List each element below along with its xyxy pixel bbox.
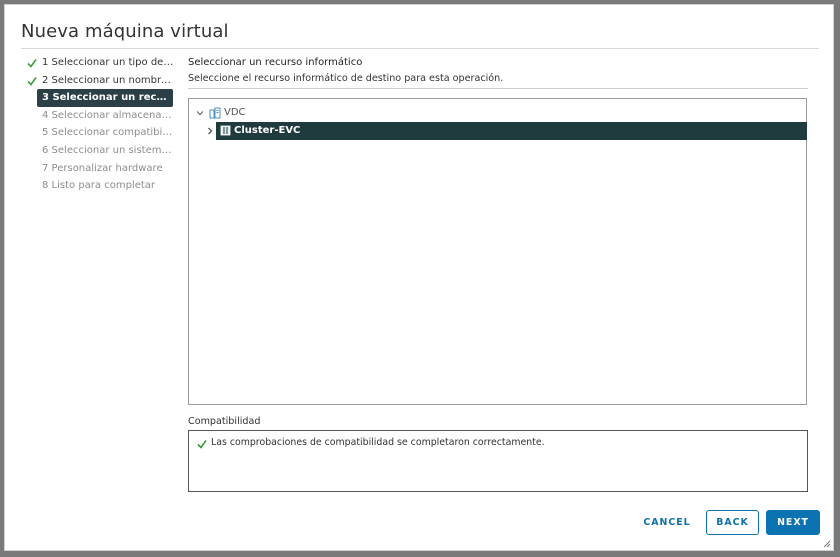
step-label: 2 Seleccionar un nombre y ... <box>42 74 175 86</box>
step-2[interactable]: 2 Seleccionar un nombre y ... <box>25 72 175 90</box>
resize-handle-icon[interactable] <box>823 540 831 548</box>
new-vm-dialog: Nueva máquina virtual 1 Seleccionar un t… <box>4 4 834 551</box>
step-5: 5 Seleccionar compatibilid... <box>25 124 175 142</box>
wizard-steps: 1 Seleccionar un tipo de cr... 2 Selecci… <box>25 54 175 195</box>
tree-node-label: Cluster-EVC <box>234 125 301 136</box>
compatibility-panel: Las comprobaciones de compatibilidad se … <box>188 430 808 492</box>
tree-node-label: VDC <box>224 107 246 118</box>
cancel-button[interactable]: CANCEL <box>635 510 699 535</box>
compute-resource-tree[interactable]: VDC Cluster-EVC <box>188 98 807 405</box>
step-label: 3 Seleccionar un recurso in... <box>42 92 173 104</box>
step-label: 5 Seleccionar compatibilid... <box>42 127 175 139</box>
step-7: 7 Personalizar hardware <box>25 160 175 178</box>
compatibility-message: Las comprobaciones de compatibilidad se … <box>211 437 545 448</box>
step-4: 4 Seleccionar almacenamie... <box>25 107 175 125</box>
step-3-active[interactable]: 3 Seleccionar un recurso in... <box>37 89 173 107</box>
step-label: 8 Listo para completar <box>42 180 156 192</box>
check-icon <box>27 76 37 86</box>
chevron-down-icon[interactable] <box>195 108 205 118</box>
title-divider <box>21 48 819 49</box>
step-8: 8 Listo para completar <box>25 177 175 195</box>
next-button[interactable]: NEXT <box>766 510 820 535</box>
cluster-icon <box>220 125 231 136</box>
content-divider <box>188 88 808 89</box>
back-button[interactable]: BACK <box>706 510 759 535</box>
check-icon <box>27 59 37 68</box>
content-description: Seleccione el recurso informático de des… <box>188 73 504 84</box>
step-label: 4 Seleccionar almacenamie... <box>42 109 175 121</box>
step-1[interactable]: 1 Seleccionar un tipo de cr... <box>25 54 175 72</box>
datacenter-icon <box>209 107 221 119</box>
tree-node-cluster[interactable]: Cluster-EVC <box>216 122 807 140</box>
chevron-right-icon[interactable] <box>205 126 215 136</box>
step-label: 6 Seleccionar un sistema o... <box>42 144 175 156</box>
check-icon <box>197 440 207 449</box>
content-title: Seleccionar un recurso informático <box>188 57 363 68</box>
step-label: 1 Seleccionar un tipo de cr... <box>42 57 175 68</box>
step-label: 7 Personalizar hardware <box>42 162 163 174</box>
step-6: 6 Seleccionar un sistema o... <box>25 142 175 160</box>
dialog-title: Nueva máquina virtual <box>21 21 229 42</box>
compatibility-label: Compatibilidad <box>188 416 261 427</box>
